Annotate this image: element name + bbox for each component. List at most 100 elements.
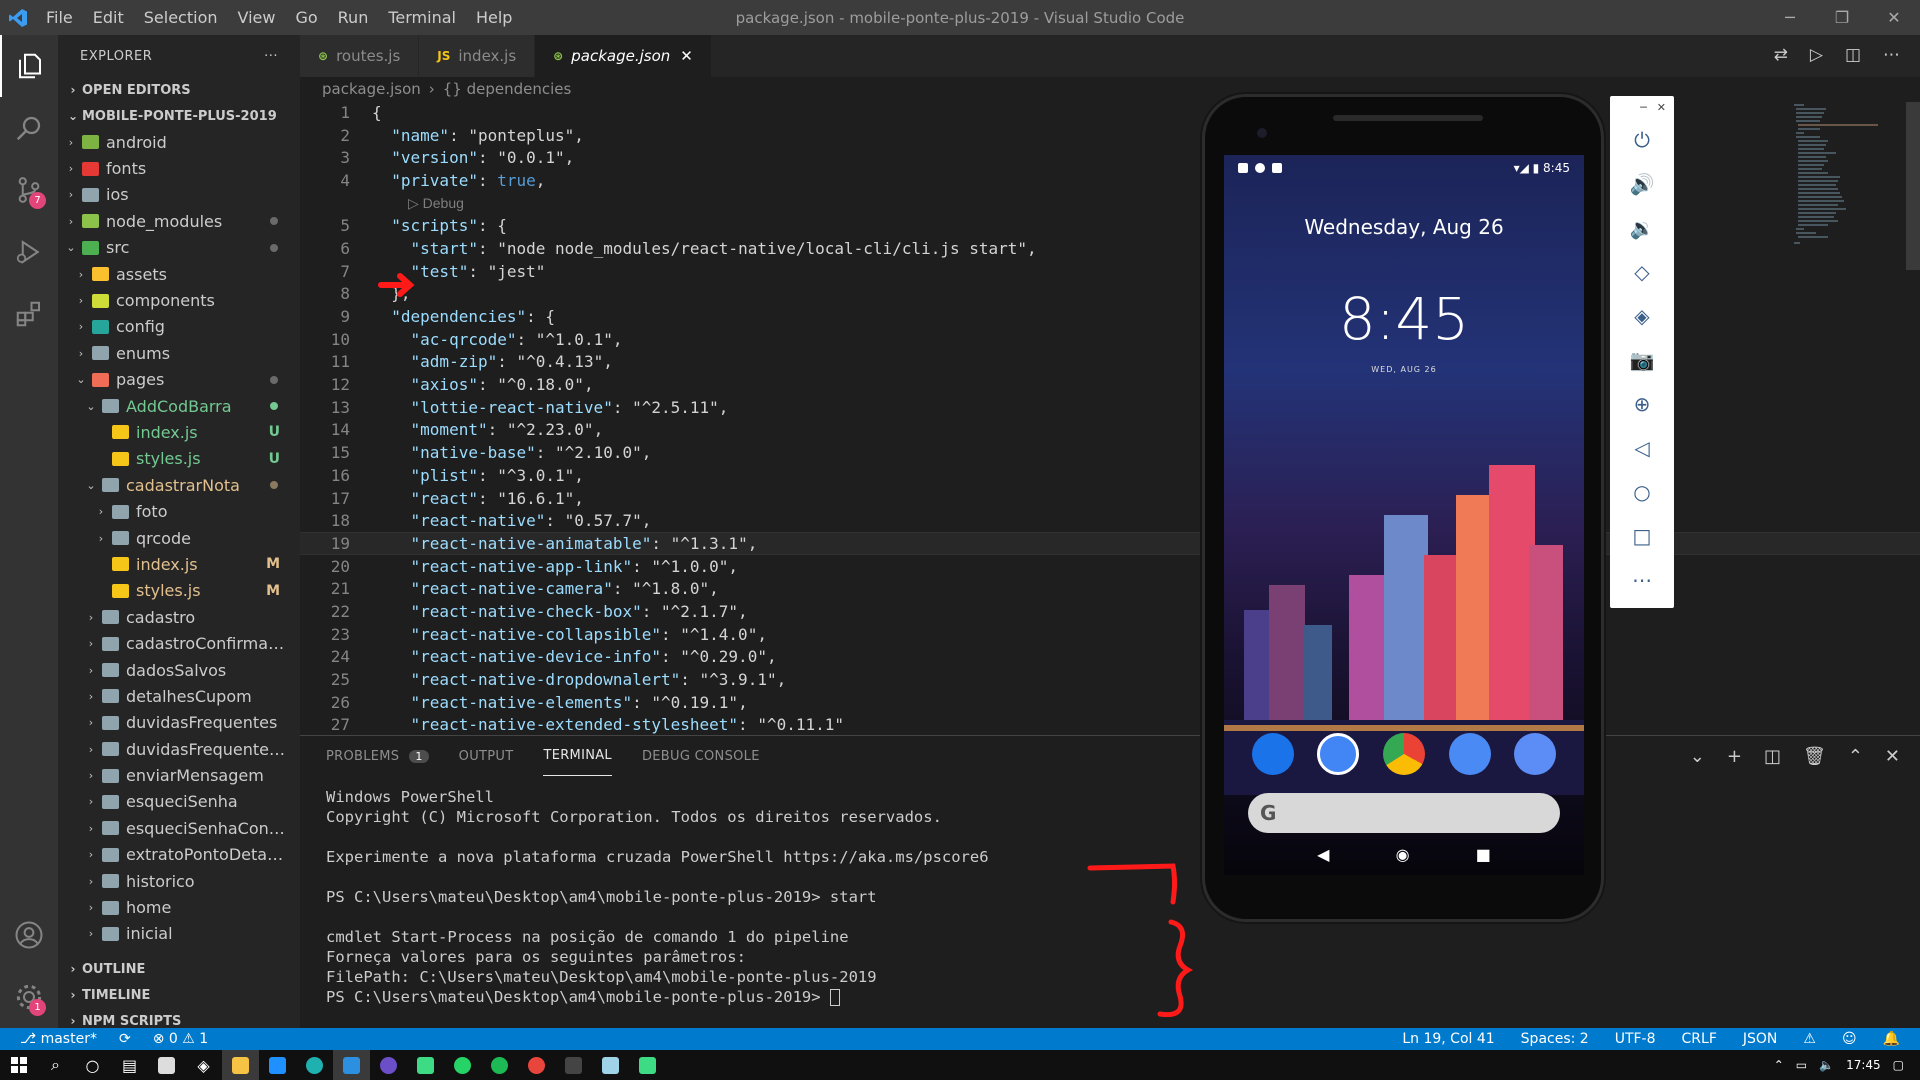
sync-icon[interactable]: ⟳ xyxy=(119,1031,131,1047)
feedback-icon[interactable]: ☺ xyxy=(1842,1031,1857,1047)
emulator-close-button[interactable]: ✕ xyxy=(1657,101,1666,114)
cursor-position[interactable]: Ln 19, Col 41 xyxy=(1402,1031,1494,1047)
home-icon[interactable]: ○ xyxy=(1610,470,1674,514)
tree-item[interactable]: › enums xyxy=(58,340,300,366)
panel-tab-problems[interactable]: PROBLEMS 1 xyxy=(326,736,429,776)
editor-scrollbar[interactable] xyxy=(1906,102,1920,270)
task-view-icon[interactable]: ▤ xyxy=(111,1050,148,1080)
phone-app-icon[interactable] xyxy=(1251,733,1294,775)
run-icon[interactable]: ▷ xyxy=(1810,45,1823,65)
outline-section[interactable]: › OUTLINE xyxy=(58,956,300,982)
menu-view[interactable]: View xyxy=(228,8,286,27)
tree-item[interactable]: › dadosSalvos xyxy=(58,657,300,683)
language-mode[interactable]: JSON xyxy=(1743,1031,1778,1047)
add-terminal-icon[interactable]: + xyxy=(1727,746,1742,767)
store-icon[interactable] xyxy=(148,1050,185,1080)
volume-icon[interactable]: 🔈 xyxy=(1819,1058,1834,1072)
action-center-icon[interactable]: ▢ xyxy=(1893,1058,1904,1072)
android-icon[interactable] xyxy=(407,1050,444,1080)
tray-arrow-icon[interactable]: ⌃ xyxy=(1774,1058,1784,1072)
tree-item[interactable]: › enviarMensagem xyxy=(58,762,300,788)
panel-tab-debug-console[interactable]: DEBUG CONSOLE xyxy=(642,736,760,776)
explorer-icon[interactable] xyxy=(0,35,58,97)
gamepad-icon[interactable]: ◈ xyxy=(185,1050,222,1080)
tree-item[interactable]: › android xyxy=(58,129,300,155)
split-editor-icon[interactable]: ◫ xyxy=(1845,45,1861,65)
tree-item[interactable]: › esqueciSenhaConfir... xyxy=(58,815,300,841)
power-icon[interactable]: ⏻ xyxy=(1610,118,1674,162)
tree-item[interactable]: styles.js M xyxy=(58,578,300,604)
menu-file[interactable]: File xyxy=(36,8,83,27)
notepad-icon[interactable] xyxy=(592,1050,629,1080)
line-ending[interactable]: CRLF xyxy=(1682,1031,1717,1047)
whatsapp-icon[interactable] xyxy=(444,1050,481,1080)
compare-icon[interactable]: ⇄ xyxy=(1774,45,1788,65)
menu-selection[interactable]: Selection xyxy=(134,8,228,27)
tree-item[interactable]: › esqueciSenha xyxy=(58,789,300,815)
menu-help[interactable]: Help xyxy=(466,8,522,27)
tree-item[interactable]: › ios xyxy=(58,182,300,208)
minimap[interactable] xyxy=(1792,102,1892,252)
recents-nav-icon[interactable]: ■ xyxy=(1476,845,1491,864)
back-nav-icon[interactable]: ◀ xyxy=(1317,845,1329,864)
menu-edit[interactable]: Edit xyxy=(83,8,134,27)
debug-codelens[interactable]: ▷ Debug xyxy=(300,192,1920,215)
tree-item[interactable]: › extratoPontoDetalhes xyxy=(58,842,300,868)
phone-screen[interactable]: ▾◢ ▮ 8:45 Wednesday, Aug 26 8:45 WED, AU… xyxy=(1224,155,1584,875)
split-terminal-icon[interactable]: ◫ xyxy=(1764,746,1781,767)
branch-status[interactable]: ⎇ master* xyxy=(20,1031,97,1047)
tree-item[interactable]: › home xyxy=(58,894,300,920)
tab-index-js[interactable]: JS index.js xyxy=(419,35,535,77)
app-icon[interactable] xyxy=(370,1050,407,1080)
volume-up-icon[interactable]: 🔊 xyxy=(1610,162,1674,206)
more-options-icon[interactable]: ⋯ xyxy=(1610,558,1674,602)
tree-item[interactable]: › config xyxy=(58,314,300,340)
tree-item[interactable]: styles.js U xyxy=(58,446,300,472)
emulator-minimize-button[interactable]: ─ xyxy=(1640,101,1647,114)
more-actions-icon[interactable]: ··· xyxy=(264,49,278,64)
messages-app-icon[interactable] xyxy=(1317,733,1360,775)
code-editor[interactable]: 1{2 "name": "ponteplus", 3 "version": "0.… xyxy=(300,101,1920,735)
breadcrumb-symbol[interactable]: {} dependencies xyxy=(443,80,572,98)
tree-item[interactable]: › detalhesCupom xyxy=(58,683,300,709)
extensions-icon[interactable] xyxy=(0,283,58,345)
menu-terminal[interactable]: Terminal xyxy=(378,8,466,27)
tree-item[interactable]: › duvidasFrequentes xyxy=(58,710,300,736)
tree-item[interactable]: › components xyxy=(58,287,300,313)
file-explorer-icon[interactable] xyxy=(222,1050,259,1080)
breadcrumb-file[interactable]: package.json xyxy=(322,80,421,98)
files-app-icon[interactable] xyxy=(1448,733,1491,775)
rotate-left-icon[interactable]: ◇ xyxy=(1610,250,1674,294)
notes-app-icon[interactable] xyxy=(1514,733,1557,775)
search-icon[interactable] xyxy=(0,97,58,159)
tree-item[interactable]: › cadastroConfirmacao xyxy=(58,630,300,656)
tree-item[interactable]: › duvidasFrequentesIn... xyxy=(58,736,300,762)
mail-icon[interactable] xyxy=(259,1050,296,1080)
terminal-select-dropdown[interactable]: ⌄ xyxy=(1605,746,1705,767)
npm-scripts-section[interactable]: › NPM SCRIPTS xyxy=(58,1008,300,1029)
notifications-bell-icon[interactable]: 🔔 xyxy=(1883,1031,1900,1047)
panel-tab-output[interactable]: OUTPUT xyxy=(459,736,514,776)
indentation[interactable]: Spaces: 2 xyxy=(1521,1031,1589,1047)
tree-item[interactable]: ⌄ AddCodBarra xyxy=(58,393,300,419)
open-editors-section[interactable]: › OPEN EDITORS xyxy=(58,77,300,103)
source-control-icon[interactable]: 7 xyxy=(0,159,58,221)
maximize-panel-icon[interactable]: ⌃ xyxy=(1848,746,1863,767)
home-nav-icon[interactable]: ◉ xyxy=(1396,845,1410,864)
menu-go[interactable]: Go xyxy=(285,8,327,27)
rotate-right-icon[interactable]: ◈ xyxy=(1610,294,1674,338)
chrome-app-icon[interactable] xyxy=(1382,733,1425,775)
tree-item[interactable]: › qrcode xyxy=(58,525,300,551)
volume-down-icon[interactable]: 🔉 xyxy=(1610,206,1674,250)
timeline-section[interactable]: › TIMELINE xyxy=(58,982,300,1008)
close-panel-icon[interactable]: ✕ xyxy=(1885,746,1900,767)
more-icon[interactable]: ⋯ xyxy=(1883,45,1900,65)
tree-item[interactable]: › inicial xyxy=(58,921,300,947)
tab-routes-js[interactable]: ⊛ routes.js xyxy=(300,35,419,77)
problems-status[interactable]: ⊗ 0 ⚠ 1 xyxy=(153,1031,208,1047)
search-icon[interactable]: ⌕ xyxy=(37,1050,74,1080)
tab-package-json[interactable]: ⊛ package.json ✕ xyxy=(535,35,711,77)
panel-tab-terminal[interactable]: TERMINAL xyxy=(543,736,612,776)
close-button[interactable]: ✕ xyxy=(1868,0,1920,35)
tree-item[interactable]: › node_modules xyxy=(58,208,300,234)
